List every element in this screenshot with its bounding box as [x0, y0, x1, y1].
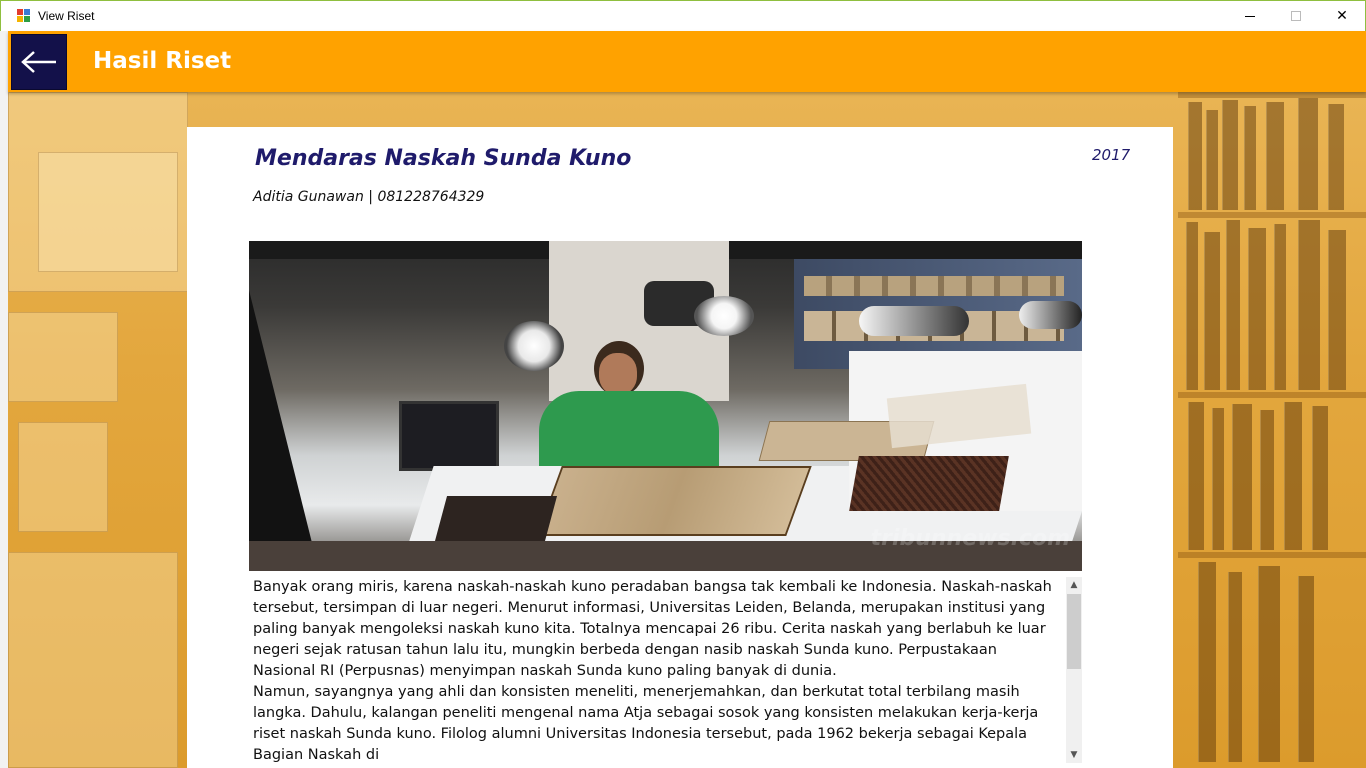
- window-titlebar: View Riset ✕: [0, 0, 1366, 31]
- window-title: View Riset: [38, 9, 95, 23]
- maximize-button[interactable]: [1273, 1, 1319, 31]
- research-description[interactable]: Banyak orang miris, karena naskah-naskah…: [249, 577, 1082, 763]
- app-header: Hasil Riset: [8, 31, 1366, 92]
- research-year: 2017: [1092, 146, 1131, 164]
- chevron-up-icon: ▲: [1070, 580, 1078, 590]
- research-title: Mendaras Naskah Sunda Kuno: [255, 146, 632, 171]
- vertical-scrollbar[interactable]: ▲ ▼: [1066, 577, 1082, 763]
- scroll-down-button[interactable]: ▼: [1066, 747, 1082, 763]
- chevron-down-icon: ▼: [1070, 750, 1078, 760]
- description-paragraph: Banyak orang miris, karena naskah-naskah…: [253, 579, 1052, 679]
- scroll-thumb[interactable]: [1067, 594, 1081, 669]
- close-icon: ✕: [1336, 8, 1348, 24]
- description-paragraph: Namun, sayangnya yang ahli dan konsisten…: [253, 684, 1039, 763]
- app-icon: [17, 9, 31, 23]
- scroll-up-button[interactable]: ▲: [1066, 577, 1082, 593]
- description-text: Banyak orang miris, karena naskah-naskah…: [253, 577, 1063, 763]
- page-title: Hasil Riset: [93, 48, 232, 74]
- maximize-icon: [1291, 11, 1301, 21]
- back-button[interactable]: [11, 34, 67, 90]
- research-author: Aditia Gunawan | 081228764329: [253, 189, 485, 205]
- photo-watermark: tribunnews.com: [870, 526, 1070, 551]
- research-card: Mendaras Naskah Sunda Kuno 2017 Aditia G…: [187, 127, 1173, 768]
- close-button[interactable]: ✕: [1319, 1, 1365, 31]
- minimize-icon: [1245, 15, 1255, 17]
- arrow-left-icon: [21, 51, 56, 73]
- window-left-edge: [0, 31, 8, 768]
- research-photo: tribunnews.com: [249, 241, 1082, 571]
- minimize-button[interactable]: [1227, 1, 1273, 31]
